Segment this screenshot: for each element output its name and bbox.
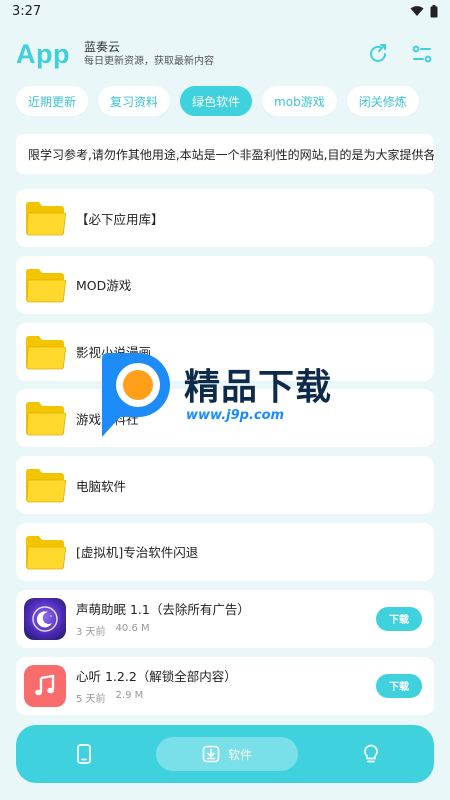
app-subtitle: 蓝奏云 每日更新资源，获取最新内容 bbox=[84, 40, 214, 68]
app-meta: 5 天前 2.9 M bbox=[76, 690, 237, 705]
resource-list: 【必下应用库】 MOD游戏 影视小说漫画 游戏资料社 电脑软件 [虚拟机]专治软… bbox=[16, 189, 434, 723]
folder-name: 电脑软件 bbox=[76, 478, 127, 494]
tab-retreat[interactable]: 闭关修炼 bbox=[346, 86, 419, 116]
nav-software[interactable]: 软件 bbox=[156, 737, 298, 771]
app-row[interactable]: 声萌助眠 1.1（去除所有广告） 3 天前 40.6 M 下载 bbox=[16, 589, 434, 648]
nav-idea[interactable] bbox=[362, 744, 380, 764]
folder-icon bbox=[24, 333, 66, 371]
folder-row[interactable]: 电脑软件 bbox=[16, 456, 434, 515]
folder-row[interactable]: 影视小说漫画 bbox=[16, 322, 434, 381]
folder-icon bbox=[24, 266, 66, 304]
app-date: 3 天前 bbox=[76, 627, 106, 639]
lightbulb-icon bbox=[364, 744, 378, 763]
download-button[interactable]: 下载 bbox=[376, 673, 422, 698]
folder-icon bbox=[24, 399, 66, 437]
tab-recent-updates[interactable]: 近期更新 bbox=[16, 86, 89, 116]
nav-phone[interactable] bbox=[76, 744, 92, 764]
folder-name: [虚拟机]专治软件闪退 bbox=[76, 545, 199, 561]
battery-icon bbox=[430, 4, 438, 17]
music-note-icon bbox=[24, 664, 66, 707]
settings-icon[interactable] bbox=[410, 42, 434, 66]
header-actions bbox=[366, 42, 434, 66]
app-info: 心听 1.2.2（解锁全部内容） 5 天前 2.9 M bbox=[76, 666, 237, 705]
folder-icon bbox=[24, 199, 66, 237]
folder-name: 游戏资料社 bbox=[76, 411, 139, 427]
app-meta: 3 天前 40.6 M bbox=[76, 623, 250, 638]
notice-banner: 限学习参考,请勿作其他用途,本站是一个非盈利性的网站,目的是为大家提供各类优秀 bbox=[16, 134, 434, 174]
status-icons bbox=[410, 4, 438, 18]
tab-mob-games[interactable]: mob游戏 bbox=[262, 86, 337, 116]
notice-text: 限学习参考,请勿作其他用途,本站是一个非盈利性的网站,目的是为大家提供各类优秀 bbox=[28, 147, 434, 162]
folder-icon bbox=[24, 533, 66, 571]
app-title: App bbox=[16, 38, 70, 69]
app-row[interactable]: 心听 1.2.2（解锁全部内容） 5 天前 2.9 M 下载 bbox=[16, 656, 434, 715]
folder-name: MOD游戏 bbox=[76, 278, 132, 294]
app-size: 2.9 M bbox=[115, 690, 144, 702]
tab-review-materials[interactable]: 复习资料 bbox=[98, 86, 171, 116]
phone-icon bbox=[77, 744, 91, 764]
tab-green-software[interactable]: 绿色软件 bbox=[180, 86, 253, 116]
status-bar: 3:27 bbox=[0, 0, 450, 22]
refresh-icon[interactable] bbox=[366, 42, 390, 66]
folder-icon bbox=[24, 466, 66, 504]
status-time: 3:27 bbox=[12, 3, 42, 19]
moon-sleep-icon bbox=[24, 597, 66, 640]
nav-software-label: 软件 bbox=[227, 747, 252, 762]
folder-row[interactable]: [虚拟机]专治软件闪退 bbox=[16, 522, 434, 581]
download-box-icon bbox=[202, 745, 220, 763]
app-header: App 蓝奏云 每日更新资源，获取最新内容 bbox=[16, 34, 434, 74]
app-size: 40.6 M bbox=[115, 623, 150, 635]
folder-row[interactable]: 【必下应用库】 bbox=[16, 189, 434, 247]
subtitle-desc: 每日更新资源，获取最新内容 bbox=[83, 56, 214, 67]
download-button[interactable]: 下载 bbox=[376, 606, 422, 631]
subtitle-name: 蓝奏云 bbox=[83, 40, 120, 54]
folder-name: 【必下应用库】 bbox=[76, 211, 164, 227]
folder-name: 影视小说漫画 bbox=[76, 345, 152, 361]
bottom-nav: 软件 bbox=[16, 725, 434, 783]
category-tabs: 近期更新 复习资料 绿色软件 mob游戏 闭关修炼 bbox=[16, 86, 450, 116]
app-name: 心听 1.2.2（解锁全部内容） bbox=[76, 669, 237, 685]
wifi-icon bbox=[410, 6, 424, 16]
folder-row[interactable]: MOD游戏 bbox=[16, 255, 434, 314]
app-info: 声萌助眠 1.1（去除所有广告） 3 天前 40.6 M bbox=[76, 599, 250, 638]
folder-row[interactable]: 游戏资料社 bbox=[16, 389, 434, 448]
app-name: 声萌助眠 1.1（去除所有广告） bbox=[76, 602, 250, 618]
app-date: 5 天前 bbox=[76, 694, 106, 706]
